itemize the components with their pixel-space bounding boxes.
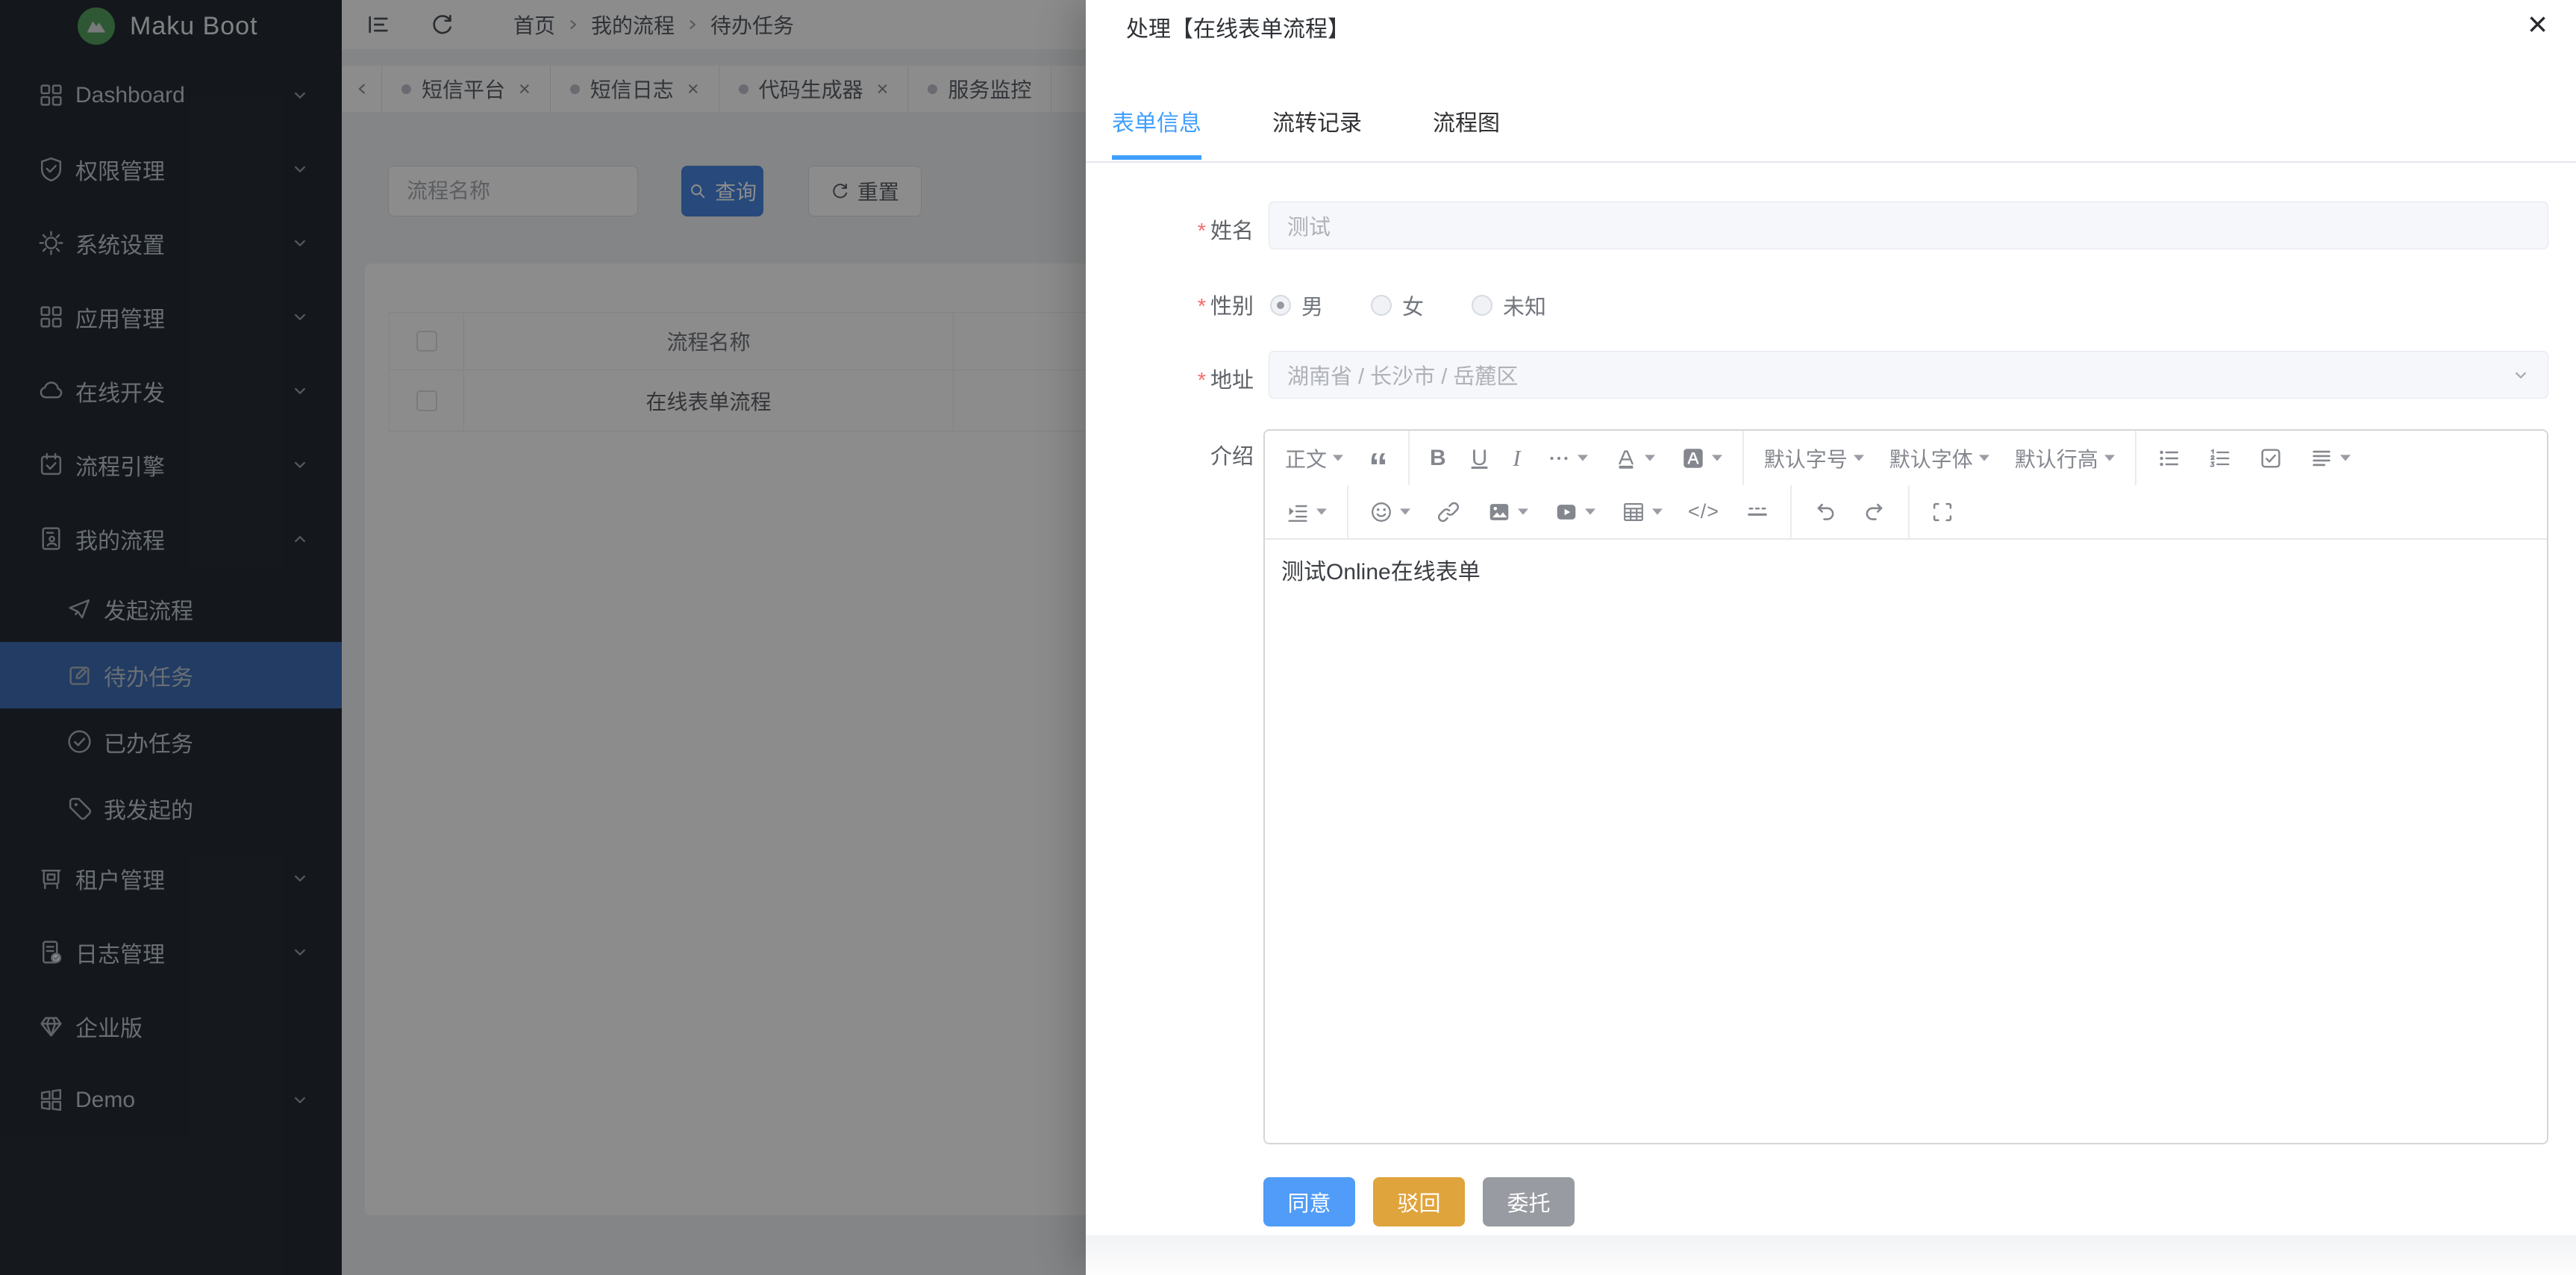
editor-content[interactable]: 测试Online在线表单 <box>1265 540 2547 1144</box>
redo-button[interactable] <box>1850 485 1901 538</box>
drawer-actions: 同意 驳回 委托 <box>1263 1177 1575 1226</box>
indent-icon <box>1285 499 1310 525</box>
paragraph-style-button[interactable]: 正文 <box>1272 431 1356 485</box>
horizontal-rule-icon <box>1745 499 1770 525</box>
gender-radio-female[interactable]: 女 <box>1371 290 1424 321</box>
caret-down-icon <box>1652 508 1663 515</box>
image-button[interactable] <box>1474 485 1541 538</box>
caret-down-icon <box>2104 455 2115 461</box>
more-text-styles-button[interactable] <box>1534 431 1601 485</box>
tabs-divider <box>1086 161 2576 163</box>
font-color-button[interactable] <box>1601 431 1668 485</box>
caret-down-icon <box>1333 455 1343 461</box>
drawer-footer <box>1086 1235 2576 1275</box>
reject-button[interactable]: 驳回 <box>1373 1177 1465 1226</box>
fullscreen-icon <box>1930 499 1955 525</box>
gender-radio-group: 男 女 未知 <box>1270 290 1546 321</box>
undo-button[interactable] <box>1799 485 1850 538</box>
process-drawer: 处理【在线表单流程】 × 表单信息 流转记录 流程图 *姓名 测试 *性别 男 … <box>1086 0 2576 1275</box>
caret-down-icon <box>1712 455 1722 461</box>
align-button[interactable] <box>2296 431 2363 485</box>
indent-button[interactable] <box>1272 485 1339 538</box>
gender-radio-male[interactable]: 男 <box>1270 290 1323 321</box>
name-label: *姓名 <box>1086 213 1254 245</box>
drawer-mask[interactable] <box>0 0 1086 1275</box>
ellipsis-icon <box>1546 446 1572 471</box>
font-family-button[interactable]: 默认字体 <box>1877 431 2002 485</box>
close-icon[interactable]: × <box>2527 1 2548 46</box>
bullet-list-icon <box>2157 446 2182 471</box>
gender-radio-unknown[interactable]: 未知 <box>1472 290 1546 321</box>
caret-down-icon <box>1518 508 1528 515</box>
tab-flow-records[interactable]: 流转记录 <box>1272 105 1362 160</box>
task-list-icon <box>2258 446 2283 471</box>
link-icon <box>1436 499 1461 525</box>
bullet-list-button[interactable] <box>2144 431 2195 485</box>
address-select[interactable]: 湖南省 / 长沙市 / 岳麓区 <box>1269 351 2548 399</box>
caret-down-icon <box>1578 455 1588 461</box>
background-color-icon <box>1681 446 1706 471</box>
emoji-icon <box>1369 499 1394 525</box>
code-block-button[interactable]: </> <box>1675 485 1732 538</box>
caret-down-icon <box>1854 455 1864 461</box>
caret-down-icon <box>1585 508 1595 515</box>
chevron-down-icon <box>2510 365 2531 386</box>
undo-icon <box>1812 499 1837 525</box>
font-size-button[interactable]: 默认字号 <box>1751 431 1877 485</box>
underline-button[interactable]: U <box>1459 431 1501 485</box>
blockquote-button[interactable]: “ <box>1356 431 1401 485</box>
rich-text-editor: 正文 “ B U I <box>1263 429 2548 1144</box>
radio-icon <box>1371 295 1392 316</box>
required-asterisk: * <box>1198 219 1206 243</box>
table-button[interactable] <box>1608 485 1675 538</box>
gender-label: *性别 <box>1086 289 1254 320</box>
caret-down-icon <box>1316 508 1327 515</box>
background-color-button[interactable] <box>1668 431 1735 485</box>
line-height-button[interactable]: 默认行高 <box>2002 431 2128 485</box>
bold-button[interactable]: B <box>1417 431 1459 485</box>
editor-toolbar-row-2: </> <box>1265 485 2547 540</box>
video-icon <box>1554 499 1579 525</box>
link-button[interactable] <box>1423 485 1474 538</box>
required-asterisk: * <box>1198 295 1206 319</box>
caret-down-icon <box>1400 508 1410 515</box>
tab-form-info[interactable]: 表单信息 <box>1112 105 1201 160</box>
drawer-title: 处理【在线表单流程】 <box>1126 10 1350 43</box>
task-list-button[interactable] <box>2245 431 2296 485</box>
code-icon: </> <box>1688 500 1719 523</box>
agree-button[interactable]: 同意 <box>1263 1177 1355 1226</box>
editor-toolbar-row-1: 正文 “ B U I <box>1265 431 2547 485</box>
numbered-list-button[interactable] <box>2195 431 2245 485</box>
name-field[interactable]: 测试 <box>1269 202 2548 249</box>
caret-down-icon <box>2340 455 2351 461</box>
horizontal-rule-button[interactable] <box>1732 485 1783 538</box>
align-icon <box>2309 446 2334 471</box>
drawer-tabs: 表单信息 流转记录 流程图 <box>1112 105 1500 160</box>
numbered-list-icon <box>2207 446 2233 471</box>
caret-down-icon <box>1645 455 1655 461</box>
italic-button[interactable]: I <box>1500 431 1533 485</box>
delegate-button[interactable]: 委托 <box>1483 1177 1575 1226</box>
quote-icon: “ <box>1369 460 1388 475</box>
image-icon <box>1486 499 1512 525</box>
address-label: *地址 <box>1086 363 1254 394</box>
fullscreen-button[interactable] <box>1917 485 1968 538</box>
redo-icon <box>1863 499 1888 525</box>
intro-label: 介绍 <box>1086 439 1254 470</box>
table-icon <box>1621 499 1646 525</box>
caret-down-icon <box>1979 455 1989 461</box>
video-button[interactable] <box>1541 485 1608 538</box>
tab-flow-diagram[interactable]: 流程图 <box>1433 105 1500 160</box>
required-asterisk: * <box>1198 369 1206 393</box>
emoji-button[interactable] <box>1356 485 1423 538</box>
radio-icon <box>1472 295 1492 316</box>
radio-checked-icon <box>1270 295 1291 316</box>
font-color-icon <box>1613 446 1639 471</box>
editor-paragraph: 测试Online在线表单 <box>1281 555 2530 590</box>
